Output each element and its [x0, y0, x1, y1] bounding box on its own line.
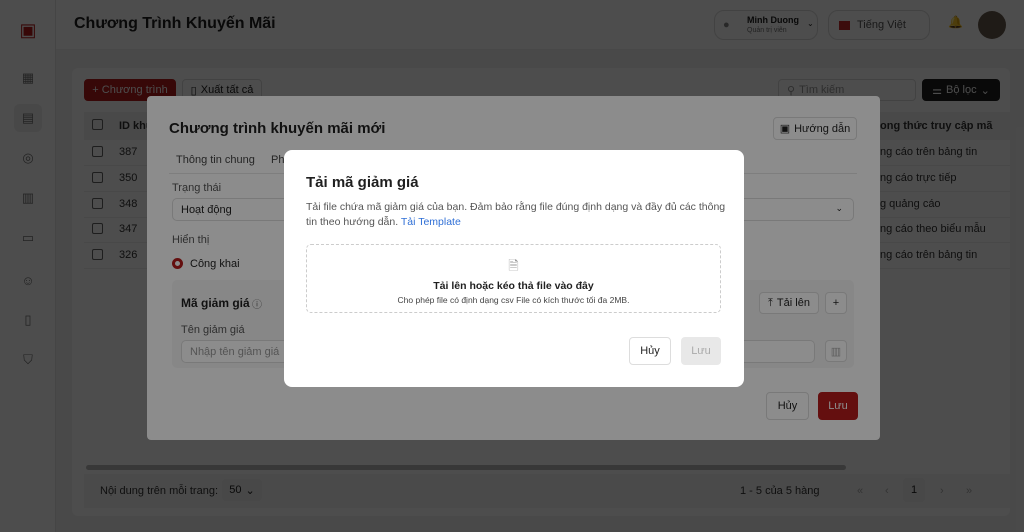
modal-title: Tải mã giảm giá: [306, 174, 419, 191]
modal-description: Tải file chứa mã giảm giá của bạn. Đảm b…: [306, 200, 726, 230]
dropzone-title: Tải lên hoặc kéo thả file vào đây: [433, 280, 594, 292]
save-button-disabled[interactable]: Lưu: [681, 337, 721, 365]
description-text: Tải file chứa mã giảm giá của bạn. Đảm b…: [306, 201, 726, 228]
upload-coupon-modal: Tải mã giảm giá Tải file chứa mã giảm gi…: [284, 150, 744, 387]
download-template-link[interactable]: Tải Template: [401, 216, 461, 228]
dropzone-hint: Cho phép file có định dạng csv File có k…: [397, 295, 630, 305]
cancel-button[interactable]: Hủy: [629, 337, 671, 365]
file-dropzone[interactable]: 🗎 Tải lên hoặc kéo thả file vào đây Cho …: [306, 244, 721, 313]
file-icon: 🗎: [508, 258, 519, 273]
